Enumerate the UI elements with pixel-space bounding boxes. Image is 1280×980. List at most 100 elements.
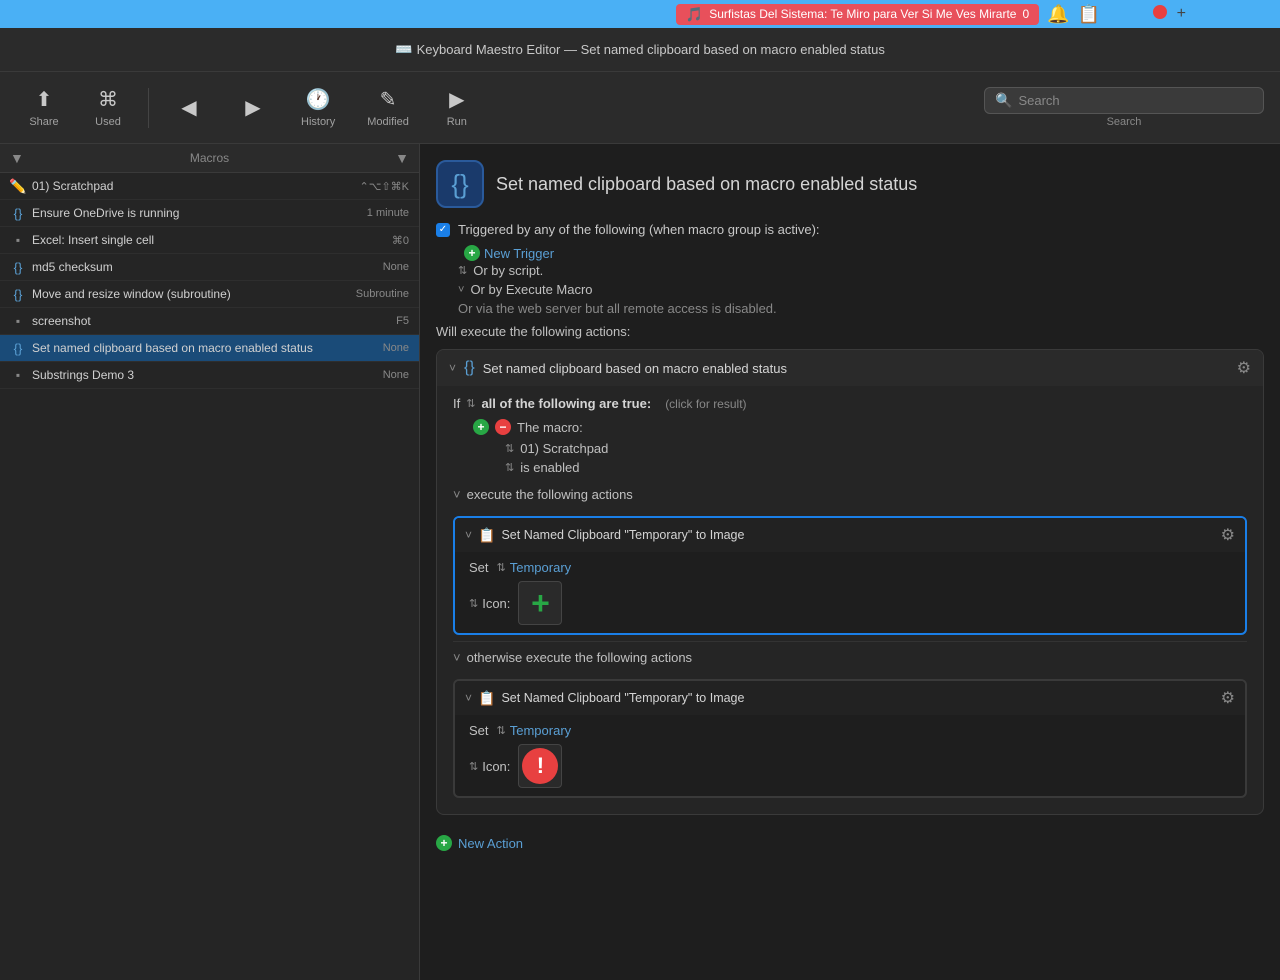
macro-item-shortcut: ⌘0 (392, 234, 409, 247)
click-result-text[interactable]: (click for result) (665, 397, 746, 411)
modified-button[interactable]: ✎ Modified (355, 81, 421, 134)
outer-gear-icon[interactable]: ⚙ (1237, 358, 1251, 378)
used-icon: ⌘ (98, 87, 118, 112)
macro-list-item[interactable]: {} md5 checksum None (0, 254, 419, 281)
macro-item-name: Ensure OneDrive is running (32, 206, 179, 220)
macro-list-item[interactable]: {} Ensure OneDrive is running 1 minute (0, 200, 419, 227)
outer-action-block: ˅ {} Set named clipboard based on macro … (436, 349, 1264, 815)
macro-item-shortcut: None (383, 261, 409, 273)
temporary-value-2[interactable]: Temporary (510, 723, 571, 738)
red-warning-icon: ! (522, 748, 558, 784)
menubar-system-icons: + (1153, 5, 1190, 23)
set-value-2-chevron-icon: ⇅ (497, 724, 506, 737)
set-value-chevron-icon: ⇅ (497, 561, 506, 574)
or-by-script-trigger[interactable]: ⇅ Or by script. (458, 263, 1264, 278)
otherwise-chevron-icon[interactable]: ˅ (453, 650, 461, 665)
execute-line-chevron-icon[interactable]: ˅ (453, 487, 461, 502)
main-layout: ▼ Macros ▼ ✏️ 01) Scratchpad ⌃⌥⇧⌘K {} En… (0, 144, 1280, 980)
or-by-execute-macro-text: Or by Execute Macro (470, 282, 592, 297)
clipboard-collapse-1-icon[interactable]: ˅ (465, 528, 472, 542)
outer-action-header-left: ˅ {} Set named clipboard based on macro … (449, 359, 787, 377)
macro-item-left: ✏️ 01) Scratchpad (10, 178, 113, 194)
icon-label-chevron-icon: ⇅ (469, 597, 478, 610)
used-label: Used (95, 116, 121, 128)
trigger-section: ✓ Triggered by any of the following (whe… (436, 222, 1264, 316)
outer-action-title: Set named clipboard based on macro enabl… (483, 361, 787, 376)
clipboard-gear-2-icon[interactable]: ⚙ (1221, 688, 1235, 708)
toolbar-sep-1 (148, 88, 149, 128)
set-row-1: Set ⇅ Temporary (469, 560, 1231, 575)
or-by-script-text: Or by script. (473, 263, 543, 278)
macro-item-left: ▪ screenshot (10, 313, 91, 329)
named-clipboard-header-1: ˅ 📋 Set Named Clipboard "Temporary" to I… (455, 518, 1245, 552)
sort-icon[interactable]: ▼ (395, 150, 409, 166)
trigger-checkbox[interactable]: ✓ (436, 223, 450, 237)
macro-list-item[interactable]: {} Set named clipboard based on macro en… (0, 335, 419, 362)
share-button[interactable]: ⬆ Share (16, 81, 72, 134)
icon-label-1: ⇅ Icon: (469, 596, 510, 611)
condition-detail-scratchpad: ⇅ 01) Scratchpad (505, 441, 1247, 456)
named-clipboard-title-2: Set Named Clipboard "Temporary" to Image (501, 691, 744, 705)
search-input[interactable] (1018, 93, 1253, 108)
clipboard-collapse-2-icon[interactable]: ˅ (465, 691, 472, 705)
run-button[interactable]: ▶ Run (429, 81, 485, 134)
history-button[interactable]: 🕐 History (289, 81, 347, 134)
new-action-button[interactable]: + New Action (436, 827, 1264, 859)
if-keyword: If (453, 396, 460, 411)
temporary-value-1[interactable]: Temporary (510, 560, 571, 575)
outer-collapse-icon[interactable]: ˅ (449, 361, 456, 375)
macro-list-item[interactable]: ▪ Excel: Insert single cell ⌘0 (0, 227, 419, 254)
macro-item-left: {} md5 checksum (10, 259, 113, 275)
named-clipboard-title-1: Set Named Clipboard "Temporary" to Image (501, 528, 744, 542)
condition-minus-icon[interactable]: − (495, 419, 511, 435)
toolbar: ⬆ Share ⌘ Used ◀ ▶ 🕐 History ✎ Modified … (0, 72, 1280, 144)
detail-chevron-icon: ⇅ (505, 442, 514, 455)
outer-action-icon: {} (464, 359, 475, 377)
add-icon[interactable]: + (1177, 5, 1186, 23)
macro-item-icon: ▪ (10, 367, 26, 383)
new-trigger-button[interactable]: + New Trigger (458, 243, 1264, 263)
filter-icon[interactable]: ▼ (10, 150, 24, 166)
icon-preview-1[interactable]: + (518, 581, 562, 625)
condition-row: + − The macro: (473, 419, 1247, 435)
script-chevron-icon: ⇅ (458, 264, 467, 277)
named-clipboard-header-left-2: ˅ 📋 Set Named Clipboard "Temporary" to I… (465, 690, 744, 707)
macro-list-item[interactable]: ▪ Substrings Demo 3 None (0, 362, 419, 389)
macro-list-item[interactable]: ▪ screenshot F5 (0, 308, 419, 335)
airdrop-icon[interactable]: 📋 (1078, 4, 1100, 25)
new-action-label: New Action (458, 836, 523, 851)
trigger-text: Triggered by any of the following (when … (458, 222, 820, 237)
clipboard-gear-1-icon[interactable]: ⚙ (1221, 525, 1235, 545)
modified-icon: ✎ (380, 87, 397, 112)
condition-plus-icon[interactable]: + (473, 419, 489, 435)
macro-item-left: {} Set named clipboard based on macro en… (10, 340, 313, 356)
history-icon: 🕐 (306, 87, 331, 112)
menubar: 🎵 Surfistas Del Sistema: Te Miro para Ve… (0, 0, 1280, 28)
history-back-button[interactable]: ◀ (161, 89, 217, 126)
icon-label-text-2: Icon: (482, 759, 510, 774)
execute-chevron-icon: ˅ (458, 284, 464, 296)
green-plus-large-icon: + (531, 587, 550, 619)
will-execute-text: Will execute the following actions: (436, 324, 1264, 339)
macro-list-item[interactable]: {} Move and resize window (subroutine) S… (0, 281, 419, 308)
music-icon: 🎵 (686, 6, 703, 23)
macro-item-name: Move and resize window (subroutine) (32, 287, 231, 301)
icon-preview-2[interactable]: ! (518, 744, 562, 788)
app-icon: ⌨️ (395, 41, 412, 58)
macro-list-item[interactable]: ✏️ 01) Scratchpad ⌃⌥⇧⌘K (0, 173, 419, 200)
notification-icon[interactable]: 🔔 (1047, 4, 1069, 25)
macro-item-left: ▪ Substrings Demo 3 (10, 367, 134, 383)
back-icon: ◀ (181, 95, 196, 120)
history-forward-button[interactable]: ▶ (225, 89, 281, 126)
used-button[interactable]: ⌘ Used (80, 81, 136, 134)
music-title: Surfistas Del Sistema: Te Miro para Ver … (709, 7, 1016, 21)
scratchpad-name-text: 01) Scratchpad (520, 441, 608, 456)
macro-item-name: Set named clipboard based on macro enabl… (32, 341, 313, 355)
named-clipboard-block-2: ˅ 📋 Set Named Clipboard "Temporary" to I… (453, 679, 1247, 798)
macro-item-left: {} Ensure OneDrive is running (10, 205, 179, 221)
macro-title[interactable]: Set named clipboard based on macro enabl… (496, 174, 917, 195)
trigger-active-line: ✓ Triggered by any of the following (whe… (436, 222, 1264, 237)
stop-icon[interactable] (1153, 5, 1167, 19)
macro-item-name: Substrings Demo 3 (32, 368, 134, 382)
or-by-execute-macro-trigger[interactable]: ˅ Or by Execute Macro (458, 282, 1264, 297)
